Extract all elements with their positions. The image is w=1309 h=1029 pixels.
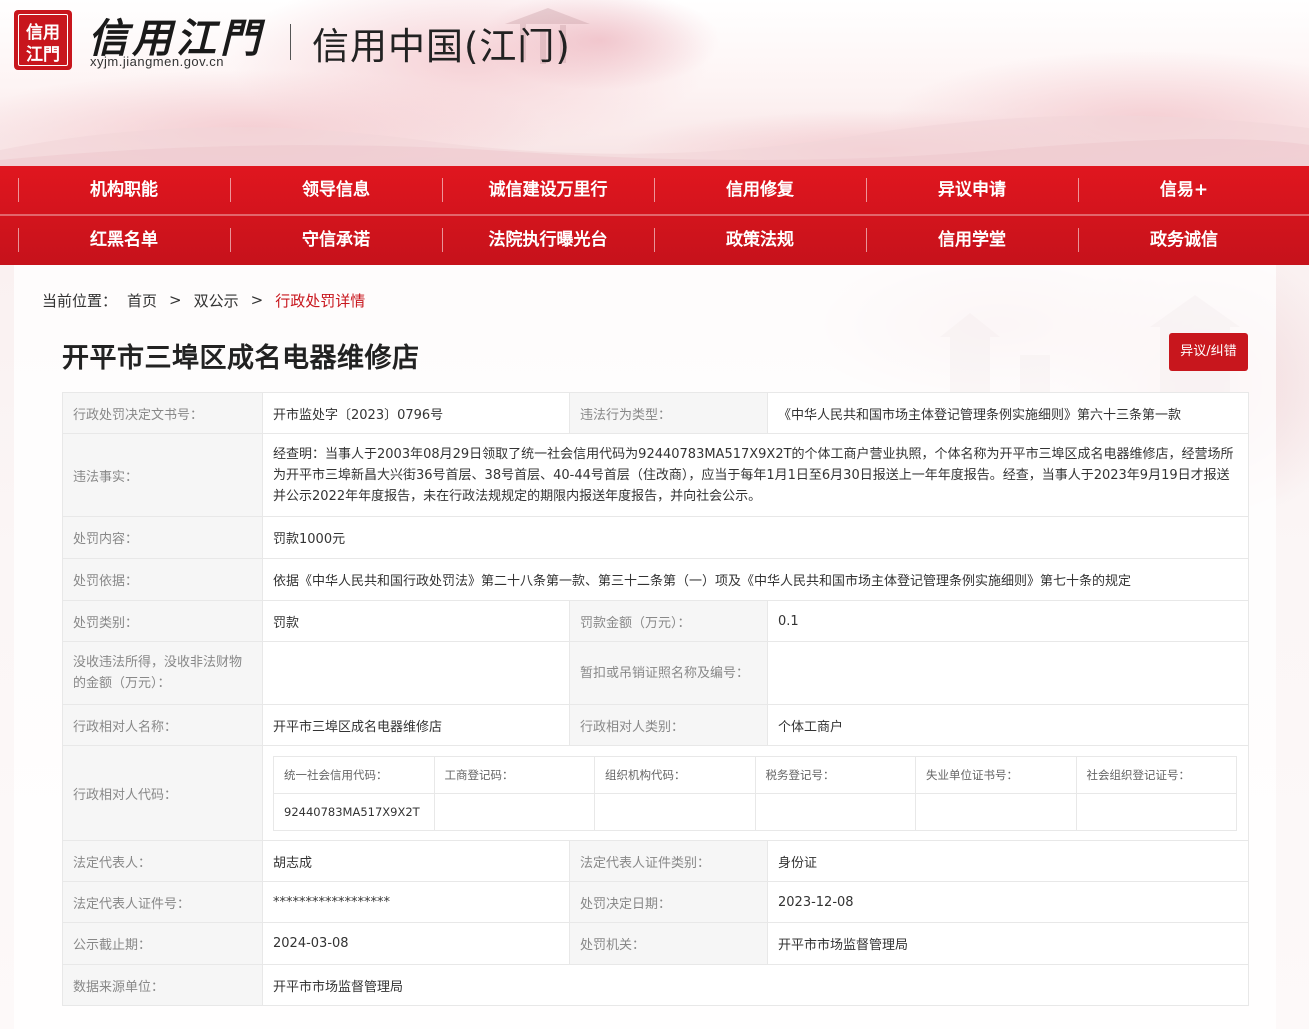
legal-rep-id-no-value: ******************: [262, 881, 570, 923]
violation-type-value: 《中华人民共和国市场主体登记管理条例实施细则》第六十三条第一款: [767, 392, 1249, 434]
nav-item-zhengwu-chengxin[interactable]: 政务诚信: [1078, 216, 1290, 264]
basis-value: 依据《中华人民共和国行政处罚法》第二十八条第一款、第三十二条第（一）项及《中华人…: [262, 558, 1249, 601]
party-type-label: 行政相对人类别：: [569, 704, 768, 746]
nav-item-jigou-zhineng[interactable]: 机构职能: [18, 166, 230, 214]
legal-rep-value: 胡志成: [262, 840, 570, 882]
nav-item-lingdao-xinxi[interactable]: 领导信息: [230, 166, 442, 214]
basis-label: 处罚依据：: [62, 558, 263, 601]
code-value-business-reg: [433, 792, 595, 831]
sub-table-header-row: 统一社会信用代码： 工商登记码： 组织机构代码： 税务登记号： 失业单位证书号：…: [273, 755, 1237, 794]
code-value-tax-reg: [754, 792, 916, 831]
content-label: 处罚内容：: [62, 516, 263, 559]
party-code-cell: 统一社会信用代码： 工商登记码： 组织机构代码： 税务登记号： 失业单位证书号：…: [262, 745, 1249, 841]
breadcrumb-separator: >: [250, 291, 264, 309]
legal-rep-id-type-label: 法定代表人证件类别：: [569, 840, 768, 882]
table-row: 行政相对人代码： 统一社会信用代码： 工商登记码： 组织机构代码： 税务登记号：…: [62, 745, 1249, 841]
table-row: 行政处罚决定文书号： 开市监处字〔2023〕0796号 违法行为类型： 《中华人…: [62, 392, 1249, 434]
facts-value: 经查明：当事人于2003年08月29日领取了统一社会信用代码为92440783M…: [262, 433, 1249, 517]
data-source-value: 开平市市场监督管理局: [262, 964, 1249, 1006]
table-row: 没收违法所得，没收非法财物的金额（万元）： 暂扣或吊销证照名称及编号：: [62, 641, 1249, 705]
confiscated-value: [262, 641, 570, 705]
table-row: 法定代表人： 胡志成 法定代表人证件类别： 身份证: [62, 840, 1249, 882]
table-row: 法定代表人证件号： ****************** 处罚决定日期： 202…: [62, 881, 1249, 923]
code-header-org-code: 组织机构代码：: [594, 755, 756, 794]
fine-amount-label: 罚款金额（万元）：: [569, 600, 768, 642]
party-code-label: 行政相对人代码：: [62, 745, 263, 841]
publicity-deadline-value: 2024-03-08: [262, 922, 570, 965]
confiscated-label: 没收违法所得，没收非法财物的金额（万元）：: [62, 641, 263, 705]
table-row: 行政相对人名称： 开平市三埠区成名电器维修店 行政相对人类别： 个体工商户: [62, 704, 1249, 746]
party-name-value: 开平市三埠区成名电器维修店: [262, 704, 570, 746]
nav-item-shouxin-chengnuo[interactable]: 守信承诺: [230, 216, 442, 264]
page-title: 开平市三埠区成名电器维修店: [62, 343, 420, 374]
code-value-org-code: [594, 792, 756, 831]
fine-amount-value: 0.1: [767, 600, 1249, 642]
table-row: 处罚依据： 依据《中华人民共和国行政处罚法》第二十八条第一款、第三十二条第（一）…: [62, 558, 1249, 601]
brand-divider: [290, 24, 291, 60]
table-row: 违法事实： 经查明：当事人于2003年08月29日领取了统一社会信用代码为924…: [62, 433, 1249, 517]
decision-date-value: 2023-12-08: [767, 881, 1249, 923]
table-row: 公示截止期： 2024-03-08 处罚机关： 开平市市场监督管理局: [62, 922, 1249, 965]
code-header-unemployment-cert: 失业单位证书号：: [915, 755, 1077, 794]
decision-date-label: 处罚决定日期：: [569, 881, 768, 923]
violation-type-label: 违法行为类型：: [569, 392, 768, 434]
site-subtitle: 信用中国(江门): [312, 25, 571, 68]
publicity-deadline-label: 公示截止期：: [62, 922, 263, 965]
decision-no-value: 开市监处字〔2023〕0796号: [262, 392, 570, 434]
main-nav: 机构职能 领导信息 诚信建设万里行 信用修复 异议申请 信易+ 红黑名单 守信承…: [0, 166, 1309, 265]
code-value-social-org-reg: [1075, 792, 1237, 831]
site-header: 信用 江門 信用江門 xyjm.jiangmen.gov.cn 信用中国(江门): [0, 0, 1309, 166]
category-value: 罚款: [262, 600, 570, 642]
breadcrumb-home-link[interactable]: 首页: [127, 290, 157, 311]
nav-item-zhengce-fagui[interactable]: 政策法规: [654, 216, 866, 264]
nav-row-2: 红黑名单 守信承诺 法院执行曝光台 政策法规 信用学堂 政务诚信: [0, 216, 1309, 264]
party-name-label: 行政相对人名称：: [62, 704, 263, 746]
breadcrumb-section-link[interactable]: 双公示: [194, 290, 239, 311]
nav-item-chengxin-jianshe[interactable]: 诚信建设万里行: [442, 166, 654, 214]
breadcrumb-prefix: 当前位置：: [42, 291, 118, 310]
site-url: xyjm.jiangmen.gov.cn: [90, 54, 225, 69]
legal-rep-label: 法定代表人：: [62, 840, 263, 882]
nav-item-xinyong-xiufu[interactable]: 信用修复: [654, 166, 866, 214]
code-value-uscc: 92440783MA517X9X2T: [273, 792, 435, 831]
party-type-value: 个体工商户: [767, 704, 1249, 746]
breadcrumb: 当前位置： 首页 > 双公示 > 行政处罚详情: [42, 290, 365, 310]
nav-item-yiyi-shenqing[interactable]: 异议申请: [866, 166, 1078, 214]
svg-text:信用: 信用: [26, 22, 60, 43]
nav-item-fayuan-zhixing[interactable]: 法院执行曝光台: [442, 216, 654, 264]
sub-table-value-row: 92440783MA517X9X2T: [273, 792, 1237, 831]
nav-item-xinyong-xuetang[interactable]: 信用学堂: [866, 216, 1078, 264]
nav-item-hongheimingdan[interactable]: 红黑名单: [18, 216, 230, 264]
code-header-uscc: 统一社会信用代码：: [273, 755, 435, 794]
license-value: [767, 641, 1249, 705]
decision-no-label: 行政处罚决定文书号：: [62, 392, 263, 434]
penalty-detail-table: 行政处罚决定文书号： 开市监处字〔2023〕0796号 违法行为类型： 《中华人…: [62, 392, 1249, 1006]
data-source-label: 数据来源单位：: [62, 964, 263, 1006]
code-value-unemployment-cert: [915, 792, 1077, 831]
license-label: 暂扣或吊销证照名称及编号：: [569, 641, 768, 705]
party-code-subtable: 统一社会信用代码： 工商登记码： 组织机构代码： 税务登记号： 失业单位证书号：…: [273, 755, 1237, 831]
table-row: 处罚类别： 罚款 罚款金额（万元）： 0.1: [62, 600, 1249, 642]
nav-row-1: 机构职能 领导信息 诚信建设万里行 信用修复 异议申请 信易+: [0, 166, 1309, 214]
table-row: 处罚内容： 罚款1000元: [62, 516, 1249, 559]
breadcrumb-current: 行政处罚详情: [275, 291, 366, 310]
authority-label: 处罚机关：: [569, 922, 768, 965]
legal-rep-id-no-label: 法定代表人证件号：: [62, 881, 263, 923]
facts-label: 违法事实：: [62, 433, 263, 517]
content-value: 罚款1000元: [262, 516, 1249, 559]
code-header-business-reg: 工商登记码：: [433, 755, 595, 794]
breadcrumb-separator: >: [169, 291, 182, 309]
code-header-social-org-reg: 社会组织登记证号：: [1075, 755, 1237, 794]
nav-item-xinyi-plus[interactable]: 信易+: [1078, 166, 1290, 214]
table-row: 数据来源单位： 开平市市场监督管理局: [62, 964, 1249, 1006]
objection-correction-button[interactable]: 异议/纠错: [1169, 333, 1248, 371]
svg-text:江門: 江門: [26, 45, 60, 65]
logo-seal[interactable]: 信用 江門: [14, 10, 72, 70]
legal-rep-id-type-value: 身份证: [767, 840, 1249, 882]
category-label: 处罚类别：: [62, 600, 263, 642]
authority-value: 开平市市场监督管理局: [767, 922, 1249, 965]
code-header-tax-reg: 税务登记号：: [754, 755, 916, 794]
